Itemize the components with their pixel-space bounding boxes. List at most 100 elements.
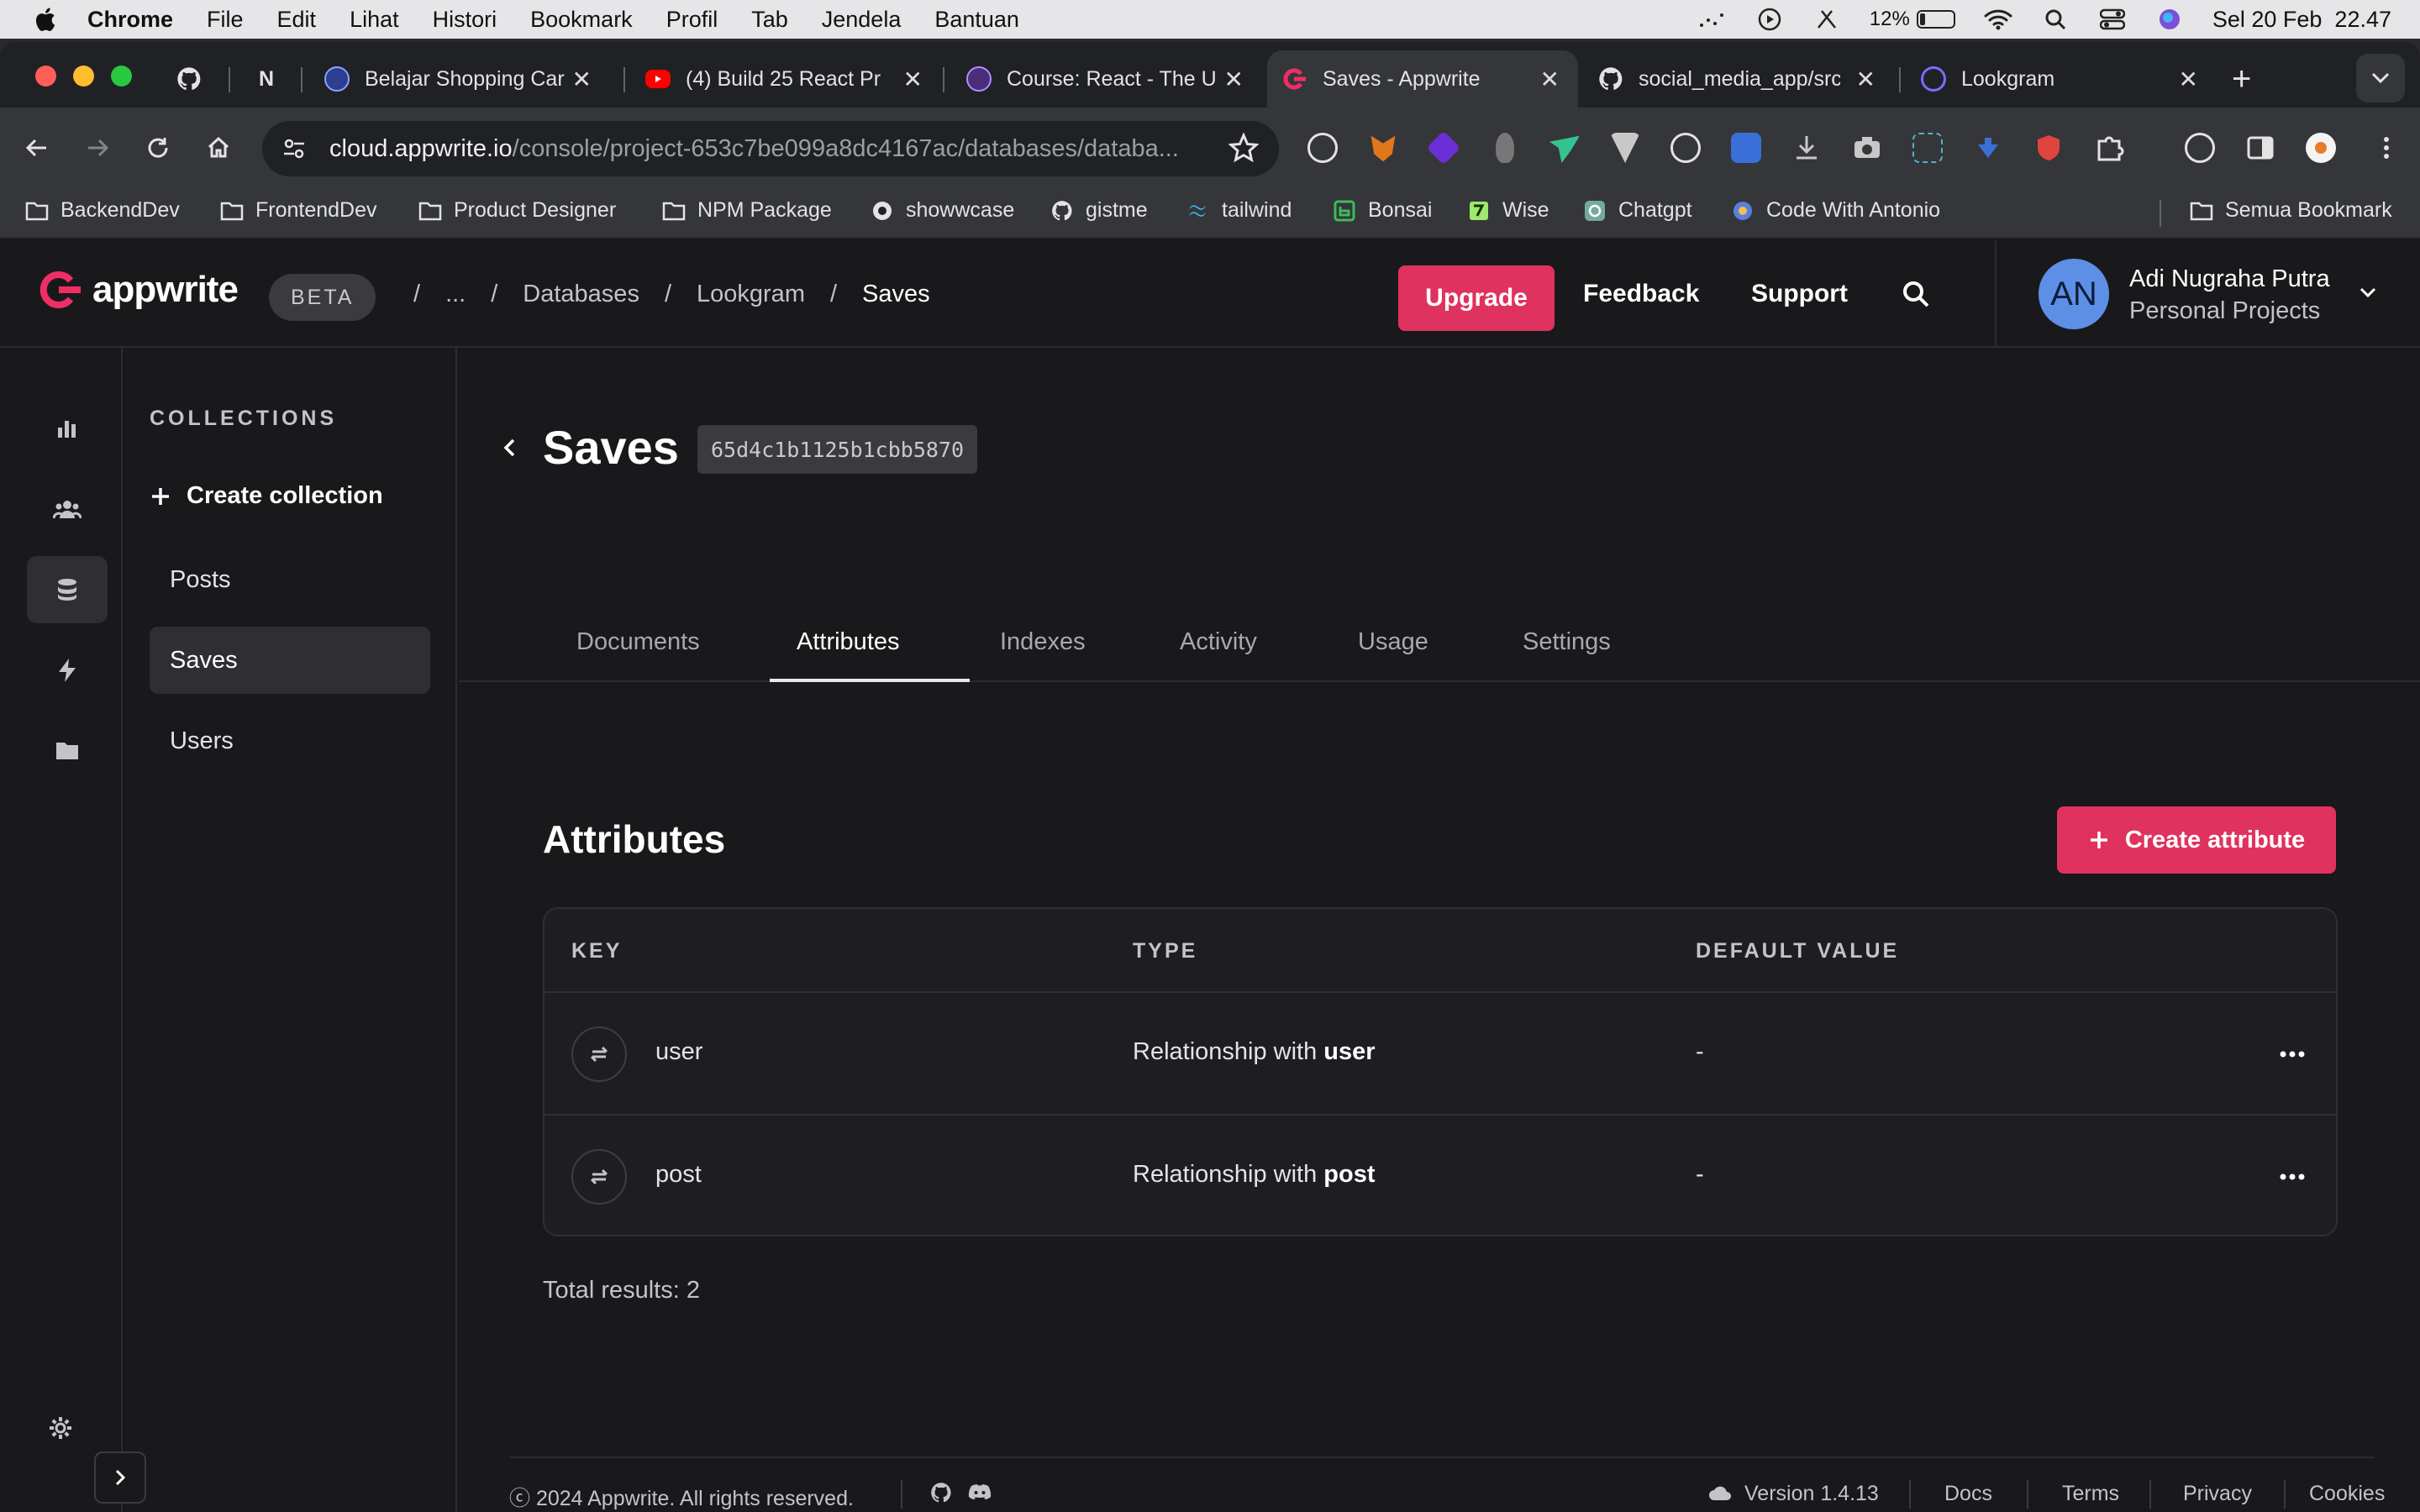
- bookmark-showwcase[interactable]: showwcase: [871, 198, 1014, 223]
- close-window-button[interactable]: [35, 66, 56, 87]
- shield-icon[interactable]: [2033, 133, 2064, 163]
- breadcrumb-databases[interactable]: Databases: [523, 281, 639, 308]
- menu-window[interactable]: Jendela: [822, 7, 902, 33]
- avatar[interactable]: AN: [2039, 259, 2109, 329]
- bookmark-bonsai[interactable]: Bonsai: [1333, 198, 1432, 223]
- create-attribute-button[interactable]: Create attribute: [2057, 806, 2336, 874]
- table-row[interactable]: post Relationship with post -: [544, 1116, 2336, 1235]
- footer-link-docs[interactable]: Docs: [1944, 1482, 1992, 1506]
- bookmark-frontenddev[interactable]: FrontendDev: [220, 198, 377, 223]
- sidebar-item-storage[interactable]: [27, 717, 108, 785]
- extension-grey-icon[interactable]: [1496, 133, 1514, 163]
- gear-icon[interactable]: [47, 1415, 74, 1441]
- performance-icon[interactable]: [2185, 133, 2215, 163]
- collection-id-chip[interactable]: 65d4c1b1125b1cbb5870: [697, 425, 978, 474]
- back-button[interactable]: [17, 128, 57, 168]
- collection-item-users[interactable]: Users: [150, 707, 430, 774]
- bookmark-star-icon[interactable]: [1228, 132, 1260, 170]
- menu-profile[interactable]: Profil: [666, 7, 718, 33]
- search-icon[interactable]: [1899, 277, 1933, 311]
- battery-indicator[interactable]: 12%: [1870, 8, 1955, 31]
- breadcrumb-database-lookgram[interactable]: Lookgram: [697, 281, 805, 308]
- menu-view[interactable]: Lihat: [350, 7, 399, 33]
- more-vertical-icon[interactable]: [2371, 133, 2402, 163]
- extension-arrow-icon[interactable]: [1973, 133, 2003, 163]
- reload-button[interactable]: [138, 128, 178, 168]
- tab-indexes[interactable]: Indexes: [1000, 625, 1086, 682]
- organization-name[interactable]: Personal Projects: [2129, 297, 2320, 325]
- profile-avatar-icon[interactable]: [2306, 133, 2336, 163]
- maximize-window-button[interactable]: [111, 66, 132, 87]
- spotlight-search-icon[interactable]: [2041, 8, 2070, 31]
- close-tab-icon[interactable]: ✕: [903, 66, 923, 93]
- grammarly-icon[interactable]: [1307, 133, 1338, 163]
- apple-icon[interactable]: [32, 6, 57, 33]
- chevron-left-icon[interactable]: [501, 437, 519, 459]
- sidebar-item-databases[interactable]: [27, 556, 108, 623]
- chevron-down-icon[interactable]: [2358, 282, 2378, 302]
- tab-activity[interactable]: Activity: [1180, 625, 1257, 682]
- discord-icon[interactable]: [968, 1482, 992, 1504]
- support-button[interactable]: Support: [1751, 240, 1848, 348]
- control-center-icon[interactable]: [2098, 8, 2127, 31]
- footer-link-terms[interactable]: Terms: [2062, 1482, 2119, 1506]
- bookmark-chatgpt[interactable]: Chatgpt: [1583, 198, 1692, 223]
- puzzle-icon[interactable]: [2094, 133, 2124, 163]
- tab-attributes[interactable]: Attributes: [797, 625, 900, 682]
- metamask-icon[interactable]: [1370, 135, 1396, 162]
- bookmark-code-with-antonio[interactable]: Code With Antonio: [1731, 198, 1940, 223]
- bookmark-wise[interactable]: Wise: [1467, 198, 1549, 223]
- menu-history[interactable]: Histori: [433, 7, 497, 33]
- menu-edit[interactable]: Edit: [277, 7, 317, 33]
- tab-react-course[interactable]: Course: React - The U ✕: [951, 50, 1262, 108]
- sidebar-item-functions[interactable]: [27, 637, 108, 704]
- menu-app-name[interactable]: Chrome: [87, 7, 173, 33]
- react-devtools-icon[interactable]: [1670, 133, 1701, 163]
- tab-github[interactable]: [161, 50, 229, 108]
- close-tab-icon[interactable]: ✕: [1540, 66, 1560, 93]
- table-row[interactable]: user Relationship with user -: [544, 993, 2336, 1116]
- breadcrumb-current[interactable]: Saves: [862, 281, 930, 308]
- footer-link-privacy[interactable]: Privacy: [2183, 1482, 2252, 1506]
- tab-usage[interactable]: Usage: [1358, 625, 1428, 682]
- tab-settings[interactable]: Settings: [1523, 625, 1611, 682]
- tab-youtube[interactable]: (4) Build 25 React Pr ✕: [630, 50, 941, 108]
- more-options-button[interactable]: [2275, 1042, 2309, 1067]
- minimize-window-button[interactable]: [73, 66, 94, 87]
- new-tab-button[interactable]: +: [2232, 60, 2251, 98]
- appwrite-logo[interactable]: appwrite: [39, 269, 239, 311]
- tab-documents[interactable]: Documents: [576, 625, 700, 682]
- extension-bird-icon[interactable]: [1549, 135, 1580, 163]
- bookmark-gistme[interactable]: gistme: [1050, 198, 1148, 223]
- menu-bookmark[interactable]: Bookmark: [530, 7, 633, 33]
- address-bar[interactable]: cloud.appwrite.io /console/project-653c7…: [262, 121, 1279, 176]
- feedback-button[interactable]: Feedback: [1583, 240, 1699, 348]
- close-tab-icon[interactable]: ✕: [572, 66, 592, 93]
- tab-shopping-cart[interactable]: Belajar Shopping Car ✕: [309, 50, 610, 108]
- breadcrumb-ellipsis[interactable]: ...: [445, 281, 466, 308]
- bookmark-tailwind[interactable]: tailwind: [1186, 198, 1292, 223]
- tab-lookgram[interactable]: Lookgram ✕: [1906, 50, 2217, 108]
- all-bookmarks-folder[interactable]: Semua Bookmark: [2190, 198, 2392, 223]
- tab-search-button[interactable]: [2356, 54, 2405, 102]
- camera-icon[interactable]: [1852, 133, 1882, 163]
- extension-n-icon[interactable]: [1912, 133, 1943, 163]
- collection-item-posts[interactable]: Posts: [150, 546, 430, 613]
- site-info-icon[interactable]: [277, 132, 311, 165]
- sidebar-item-auth[interactable]: [27, 475, 108, 543]
- create-collection-button[interactable]: Create collection: [150, 482, 383, 510]
- activity-icon[interactable]: [1698, 8, 1727, 31]
- extension-purple-icon[interactable]: [1426, 130, 1461, 165]
- menu-tab[interactable]: Tab: [751, 7, 788, 33]
- user-name[interactable]: Adi Nugraha Putra: [2129, 265, 2330, 293]
- collection-item-saves[interactable]: Saves: [150, 627, 430, 694]
- forward-button[interactable]: [77, 128, 118, 168]
- home-button[interactable]: [198, 128, 239, 168]
- wifi-icon[interactable]: [1984, 8, 2012, 31]
- tab-github-repo[interactable]: social_media_app/src ✕: [1583, 50, 1894, 108]
- tab-notion[interactable]: N: [244, 50, 299, 108]
- menubar-datetime[interactable]: Sel 20 Feb 22.47: [2212, 7, 2391, 33]
- download-icon[interactable]: [1791, 133, 1822, 163]
- tab-saves-appwrite[interactable]: Saves - Appwrite ✕: [1267, 50, 1578, 108]
- menu-file[interactable]: File: [207, 7, 244, 33]
